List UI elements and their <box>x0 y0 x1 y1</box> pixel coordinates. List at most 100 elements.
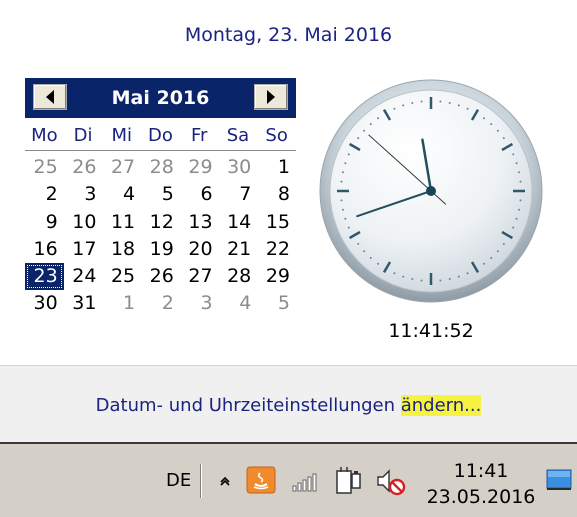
calendar-day[interactable]: 20 <box>180 236 219 263</box>
weekday-label: So <box>265 124 288 146</box>
settings-link-highlight[interactable]: ändern... <box>400 395 482 416</box>
calendar-header: Mai 2016 <box>25 78 296 118</box>
tray-time[interactable]: 11:41 <box>420 458 542 484</box>
day-grid: 25 26 27 28 29 30 1 2 3 4 5 6 7 8 9 10 11 12 13 14 15 16 17 18 1… <box>25 154 296 318</box>
minute-dot <box>518 208 521 211</box>
minute-dot <box>377 117 380 120</box>
minute-dot <box>402 104 405 107</box>
settings-link-text[interactable]: Datum- und Uhrzeiteinstellungen <box>96 395 401 416</box>
minute-dot <box>457 275 460 278</box>
calendar-day[interactable]: 2 <box>25 181 64 208</box>
minute-dot <box>519 199 522 202</box>
calendar-day[interactable]: 19 <box>141 236 180 263</box>
calendar-day[interactable]: 6 <box>180 181 219 208</box>
minute-dot <box>420 279 423 282</box>
calendar-day[interactable]: 9 <box>25 209 64 236</box>
calendar-day[interactable]: 7 <box>219 181 258 208</box>
calendar-day[interactable]: 11 <box>102 209 141 236</box>
change-date-time-settings-link[interactable]: Datum- und Uhrzeiteinstellungen ändern..… <box>0 395 577 416</box>
calendar-day[interactable]: 25 <box>102 263 141 290</box>
minute-dot <box>448 278 451 281</box>
calendar-day[interactable]: 27 <box>102 154 141 181</box>
next-month-button[interactable] <box>254 84 288 110</box>
analog-clock <box>318 78 544 304</box>
show-desktop-icon[interactable] <box>546 468 572 492</box>
minute-dot <box>340 199 343 202</box>
calendar-day[interactable]: 30 <box>25 290 64 317</box>
minute-dot <box>502 242 505 245</box>
clock-center <box>426 186 436 196</box>
minute-dot <box>363 250 366 253</box>
calendar-day[interactable]: 5 <box>141 181 180 208</box>
calendar-day[interactable]: 27 <box>180 263 219 290</box>
minute-dot <box>482 262 485 265</box>
tray-date[interactable]: 23.05.2016 <box>420 484 542 510</box>
minute-dot <box>344 162 347 165</box>
calendar-day[interactable]: 29 <box>257 263 296 290</box>
calendar-day[interactable]: 18 <box>102 236 141 263</box>
triangle-right-icon <box>267 90 275 104</box>
minute-dot <box>393 107 396 110</box>
calendar-day[interactable]: 25 <box>25 154 64 181</box>
minute-dot <box>448 101 451 104</box>
calendar-day[interactable]: 1 <box>257 154 296 181</box>
weekday-label: Mi <box>111 124 133 146</box>
calendar-day[interactable]: 3 <box>64 181 103 208</box>
tray-divider <box>200 464 201 498</box>
weekday-header-row: Mo Di Mi Do Fr Sa So <box>25 120 296 151</box>
language-indicator[interactable]: DE <box>166 470 191 491</box>
tray-clock[interactable]: 11:41 23.05.2016 <box>420 458 542 510</box>
calendar-day[interactable]: 26 <box>141 263 180 290</box>
calendar-day-today[interactable]: 23 <box>25 263 64 291</box>
calendar-day[interactable]: 30 <box>219 154 258 181</box>
calendar-day[interactable]: 12 <box>141 209 180 236</box>
calendar-day[interactable]: 14 <box>219 209 258 236</box>
calendar-day[interactable]: 3 <box>180 290 219 317</box>
minute-dot <box>457 104 460 107</box>
calendar-day[interactable]: 17 <box>64 236 103 263</box>
minute-dot <box>347 153 350 156</box>
calendar-day[interactable]: 8 <box>257 181 296 208</box>
calendar-day[interactable]: 31 <box>64 290 103 317</box>
weekday-label: Mo <box>31 124 58 146</box>
weekday-label: Do <box>148 124 173 146</box>
minute-dot <box>402 275 405 278</box>
minute-dot <box>466 107 469 110</box>
minute-dot <box>496 250 499 253</box>
minute-dot <box>393 272 396 275</box>
minute-dot <box>482 117 485 120</box>
calendar-day[interactable]: 28 <box>141 154 180 181</box>
calendar-day[interactable]: 24 <box>64 263 103 290</box>
minute-dot <box>466 272 469 275</box>
minute-dot <box>369 256 372 259</box>
calendar-day[interactable]: 22 <box>257 236 296 263</box>
calendar-day[interactable]: 15 <box>257 209 296 236</box>
calendar-day[interactable]: 4 <box>102 181 141 208</box>
calendar-day[interactable]: 28 <box>219 263 258 290</box>
java-icon[interactable] <box>246 466 276 494</box>
taskbar: DE 11:41 23.05.2016 <box>0 442 577 517</box>
calendar-day[interactable]: 16 <box>25 236 64 263</box>
calendar: Mai 2016 Mo Di Mi Do Fr Sa So 25 26 27 28 29 30 1 2 3 4… <box>25 78 296 318</box>
digital-time-label: 11:41:52 <box>388 320 474 342</box>
calendar-day[interactable]: 2 <box>141 290 180 317</box>
minute-dot <box>341 171 344 174</box>
settings-bar: Datum- und Uhrzeiteinstellungen ändern..… <box>0 365 577 443</box>
minute-dot <box>439 100 442 103</box>
calendar-day[interactable]: 1 <box>102 290 141 317</box>
clock-face-icon <box>319 79 543 303</box>
calendar-day[interactable]: 13 <box>180 209 219 236</box>
show-hidden-chevron-icon[interactable] <box>219 474 231 486</box>
calendar-day[interactable]: 29 <box>180 154 219 181</box>
calendar-day[interactable]: 5 <box>257 290 296 317</box>
network-signal-icon[interactable] <box>292 472 318 492</box>
calendar-day[interactable]: 21 <box>219 236 258 263</box>
minute-dot <box>512 226 515 229</box>
speaker-muted-icon[interactable] <box>376 468 406 496</box>
power-plug-icon[interactable] <box>334 466 362 496</box>
calendar-day[interactable]: 10 <box>64 209 103 236</box>
minute-dot <box>363 129 366 132</box>
calendar-day[interactable]: 26 <box>64 154 103 181</box>
minute-dot <box>490 123 493 126</box>
calendar-day[interactable]: 4 <box>219 290 258 317</box>
